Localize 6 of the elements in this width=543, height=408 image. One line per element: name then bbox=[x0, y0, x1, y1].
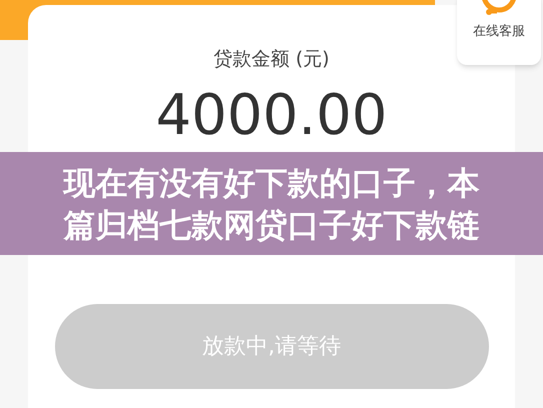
customer-service-widget[interactable]: 在线客服 bbox=[457, 0, 541, 65]
banner-title-line: 篇归档七款网贷口子好下款链 bbox=[64, 204, 480, 246]
loan-amount: 4000.00 bbox=[156, 88, 388, 144]
banner-title-line: 现在有没有好下款的口子，本 bbox=[64, 162, 480, 204]
loan-amount-label: 贷款金额 (元) bbox=[214, 47, 330, 72]
customer-service-label: 在线客服 bbox=[473, 23, 525, 41]
